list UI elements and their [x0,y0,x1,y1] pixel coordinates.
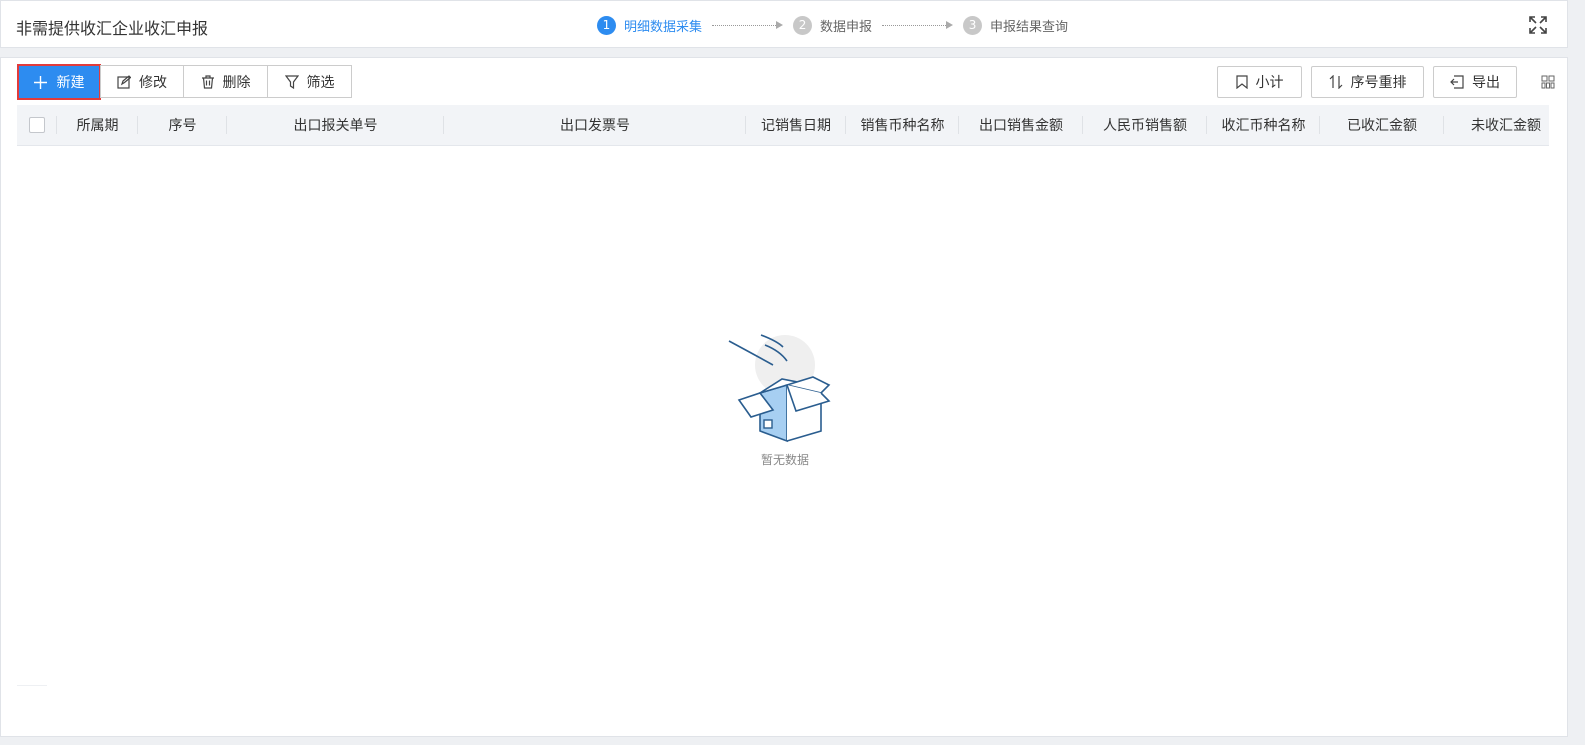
column-header[interactable]: 记销售日期 [746,105,846,145]
column-header[interactable]: 销售币种名称 [846,105,959,145]
sort-icon [1329,75,1342,89]
new-button-label: 新建 [56,75,85,91]
export-icon [1450,75,1464,89]
toolbar-left: 新建 修改 删除 筛选 [17,64,352,100]
step-3-number: 3 [963,15,983,35]
export-button[interactable]: 导出 [1433,66,1517,98]
empty-text: 暂无数据 [760,453,809,467]
scrollbar-track [17,685,47,686]
step-1-number: 1 [597,15,616,35]
step-connector [882,21,954,29]
column-header[interactable]: 收汇币种名称 [1207,105,1320,145]
step-2-number: 2 [793,15,813,35]
select-all-checkbox[interactable] [29,117,45,133]
column-settings-icon[interactable] [1541,75,1555,89]
step-connector [712,21,784,29]
step-2-label: 数据申报 [820,19,873,35]
expand-icon[interactable] [1529,16,1547,34]
step-1[interactable]: 1 明细数据采集 [597,15,703,35]
toolbar-right: 小计 序号重排 导出 [1217,66,1517,98]
edit-button[interactable]: 修改 [100,65,184,98]
trash-icon [201,74,214,89]
step-indicator: 1 明细数据采集 2 数据申报 3 申报结果查询 [597,15,1068,35]
subtotal-button[interactable]: 小计 [1217,66,1302,98]
delete-button-label: 删除 [222,74,251,91]
column-header[interactable]: 已收汇金额 [1320,105,1444,145]
column-header[interactable]: 所属期 [57,105,138,145]
edit-button-label: 修改 [139,74,167,91]
filter-button[interactable]: 筛选 [267,65,352,98]
column-header[interactable]: 出口销售金额 [959,105,1083,145]
empty-state: 暂无数据 [725,333,845,468]
reorder-button[interactable]: 序号重排 [1311,66,1424,98]
step-3-label: 申报结果查询 [990,19,1069,35]
reorder-button-label: 序号重排 [1350,75,1407,91]
subtotal-button-label: 小计 [1255,75,1284,91]
export-button-label: 导出 [1472,75,1500,91]
step-1-label: 明细数据采集 [624,19,703,35]
table-header: 所属期 序号 出口报关单号 出口发票号 记销售日期 销售币种名称 出口销售金额 … [17,105,1549,146]
filter-button-label: 筛选 [306,74,335,91]
edit-icon [117,74,131,89]
page-header: 非需提供收汇企业收汇申报 1 明细数据采集 2 数据申报 3 申报结果查询 [0,0,1568,48]
column-header[interactable]: 出口报关单号 [227,105,444,145]
filter-icon [284,74,299,89]
step-3[interactable]: 3 申报结果查询 [963,15,1069,35]
bookmark-icon [1235,75,1248,89]
column-header[interactable]: 序号 [138,105,227,145]
page-title: 非需提供收汇企业收汇申报 [16,19,209,38]
select-all-cell [17,105,57,145]
delete-button[interactable]: 删除 [183,65,268,98]
column-header[interactable]: 出口发票号 [444,105,746,145]
empty-box-icon [728,334,831,443]
new-button[interactable]: 新建 [17,64,101,100]
plus-icon [33,75,47,89]
step-2[interactable]: 2 数据申报 [793,15,873,35]
column-header[interactable]: 未收汇金额 [1444,105,1549,145]
main-panel: 新建 修改 删除 筛选 小计 序号重排 导出 所属期 序号 出口报关单号 出口发… [0,57,1568,737]
column-header[interactable]: 人民币销售额 [1083,105,1207,145]
